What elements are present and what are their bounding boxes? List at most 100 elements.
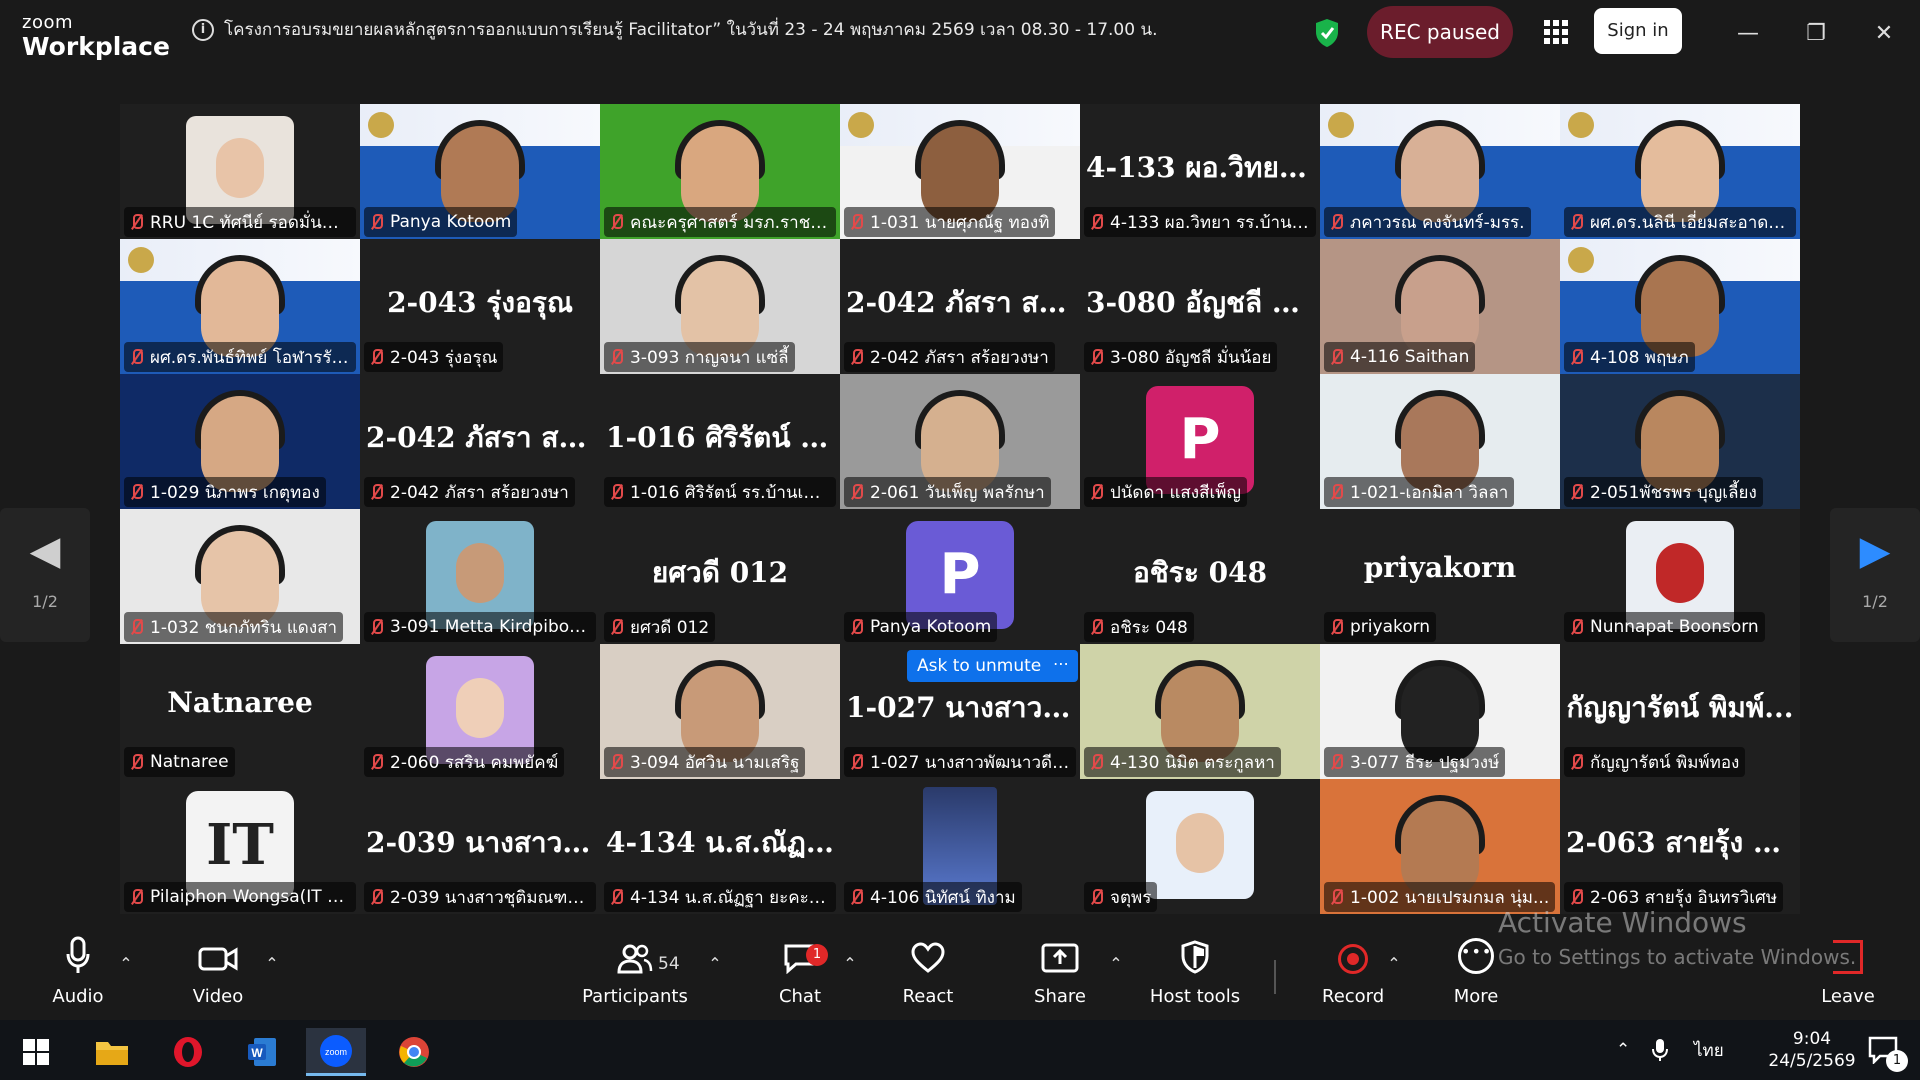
participant-name-label: 2-042 ภัสรา สร้อยวงษา [844,342,1055,372]
muted-mic-icon [1088,888,1104,906]
apps-grid-icon[interactable] [1544,20,1568,44]
participant-tile[interactable]: P ปนัดดา แสงสีเพ็ญ [1080,374,1320,509]
participant-tile[interactable]: 2-051พัชรพร บุญเลี้ยง [1560,374,1800,509]
input-language-indicator[interactable]: ไทย [1694,1020,1724,1080]
participant-tile[interactable]: IT Pilaiphon Wongsa(IT S... [120,779,360,914]
logo-line2: Workplace [22,32,170,61]
host-shield-icon [1148,930,1242,974]
participant-tile[interactable]: 3-093 กาญจนา แซ่ลี้ [600,239,840,374]
participant-tile[interactable]: 3-091 Metta Kirdpiboon [360,509,600,644]
prev-page-icon: ◀ [29,528,61,574]
video-button[interactable]: Video [188,930,248,1020]
show-hidden-icons-caret[interactable]: ⌃ [1616,1020,1630,1080]
participant-tile[interactable]: 4-130 นิมิต ตระกูลหา [1080,644,1320,779]
participant-tile[interactable]: priyakorn priyakorn [1320,509,1560,644]
participant-name: 1-031 นายศุภณัฐ ทองทิ [870,212,1050,233]
page-indicator-right: 1/2 [1862,592,1888,611]
participant-tile[interactable]: 3-094 อัศวิน นามเสริฐ [600,644,840,779]
prev-page-button[interactable]: ◀ 1/2 [0,508,90,642]
participant-name: 1-027 นางสาวพัฒนาวดี ... [870,752,1070,773]
tile-more-options-button[interactable]: ⋯ [1044,650,1078,682]
participant-tile[interactable]: Natnaree Natnaree [120,644,360,779]
participant-tile[interactable]: 2-063 สายรุ้ง อิน... 2-063 สายรุ้ง อินทรว… [1560,779,1800,914]
participant-tile[interactable]: 2-043 รุ่งอรุณ 2-043 รุ่งอรุณ [360,239,600,374]
participant-tile[interactable]: 2-061 วันเพ็ญ พลรักษา [840,374,1080,509]
restore-icon[interactable]: ❐ [1796,14,1836,54]
participant-tile[interactable]: 4-133 ผอ.วิทยา... 4-133 ผอ.วิทยา รร.บ้านเ… [1080,104,1320,239]
participant-name-label: กัญญารัตน์ พิมพ์ทอง [1564,747,1746,777]
participant-tile[interactable]: 1-031 นายศุภณัฐ ทองทิ [840,104,1080,239]
video-options-caret[interactable]: ⌃ [262,954,282,973]
participant-display-name: priyakorn [1363,551,1517,584]
chat-button[interactable]: Chat [770,930,830,1020]
zoom-taskbar-icon[interactable]: zoom [306,1028,366,1076]
participant-name-label: 4-130 นิมิต ตระกูลหา [1084,747,1281,777]
participant-tile[interactable]: กัญญารัตน์ พิมพ์... กัญญารัตน์ พิมพ์ทอง [1560,644,1800,779]
next-page-button[interactable]: ▶ 1/2 [1830,508,1920,642]
participant-name: 2-061 วันเพ็ญ พลรักษา [870,482,1045,503]
participant-tile[interactable]: 4-134 น.ส.ณัฏฐา... 4-134 น.ส.ณัฏฐา ยะคะเร… [600,779,840,914]
record-label: Record [1322,986,1385,1007]
participant-tile[interactable]: ยศวดี 012 ยศวดี 012 [600,509,840,644]
minimize-icon[interactable]: — [1728,14,1768,54]
record-icon [1322,930,1384,974]
participant-tile[interactable]: Nunnapat Boonsorn [1560,509,1800,644]
participant-tile[interactable]: คณะครุศาสตร์ มรภ.ราชนครินทร์ [600,104,840,239]
share-button[interactable]: Share [1030,930,1090,1020]
meeting-info[interactable]: i โครงการอบรมขยายผลหลักสูตรการออกแบบการเ… [192,16,1157,43]
info-icon[interactable]: i [192,18,214,41]
participant-tile[interactable]: 4-108 พฤษภ [1560,239,1800,374]
participant-tile[interactable]: 1-016 ศิริรัตน์ รร.... 1-016 ศิริรัตน์ รร… [600,374,840,509]
participant-tile[interactable]: Panya Kotoom [360,104,600,239]
participants-button[interactable]: Participants [580,930,690,1020]
record-options-caret[interactable]: ⌃ [1384,954,1404,973]
participant-tile[interactable]: 3-080 อัญชลี มั่น... 3-080 อัญชลี มั่นน้อ… [1080,239,1320,374]
record-button[interactable]: Record [1322,930,1384,1020]
microphone-tray-icon[interactable] [1652,1020,1668,1080]
muted-mic-icon [1328,888,1344,906]
word-app-icon[interactable]: W [232,1028,292,1076]
host-tools-button[interactable]: Host tools [1148,930,1242,1020]
ask-to-unmute-button[interactable]: Ask to unmute [907,650,1052,682]
participant-tile[interactable]: 3-077 ธีระ ปฐมวงษ์ [1320,644,1560,779]
audio-options-caret[interactable]: ⌃ [116,954,136,973]
participants-options-caret[interactable]: ⌃ [705,954,725,973]
participant-tile[interactable]: 1-002 นายเปรมกมล นุ่ม... [1320,779,1560,914]
participant-name: ผศ.ดร.พันธ์ทิพย์ โอฬารรัต... [150,347,350,368]
participant-tile[interactable]: 4-116 Saithan [1320,239,1560,374]
muted-mic-icon [128,618,144,636]
muted-mic-icon [608,618,624,636]
close-icon[interactable]: ✕ [1864,14,1904,54]
participant-tile[interactable]: RRU 1C ทัศนีย์ รอดมั่นคง ... [120,104,360,239]
share-options-caret[interactable]: ⌃ [1106,954,1126,973]
participant-tile[interactable]: ภคาวรณ คงจันทร์-มรร. [1320,104,1560,239]
participant-tile[interactable]: 1-029 นิภาพร เกตุทอง [120,374,360,509]
participant-tile[interactable]: 2-060 รสริน คมพยัคฆ์ [360,644,600,779]
more-button[interactable]: ••• More [1446,930,1506,1020]
participant-tile[interactable]: ผศ.ดร.นลินี เอี่ยมสะอาด_ม... [1560,104,1800,239]
encryption-shield-icon[interactable] [1314,18,1340,48]
react-button[interactable]: React [900,930,956,1020]
participant-tile[interactable]: 4-106 นิทัศน์ ทิงาม [840,779,1080,914]
participant-tile[interactable]: P Panya Kotoom [840,509,1080,644]
participant-tile[interactable]: 2-039 นางสาวชุ... 2-039 นางสาวชุติมณฑน์ .… [360,779,600,914]
muted-mic-icon [608,213,624,231]
system-clock[interactable]: 9:04 24/5/2569 [1762,1028,1862,1072]
audio-button[interactable]: Audio [48,930,108,1020]
rec-paused-badge[interactable]: REC paused [1367,6,1513,58]
muted-mic-icon [1568,618,1584,636]
participant-tile[interactable]: ผศ.ดร.พันธ์ทิพย์ โอฬารรัต... [120,239,360,374]
chrome-browser-icon[interactable] [384,1028,444,1076]
participant-tile[interactable]: 1-032 ชนกภัทริน แดงสา [120,509,360,644]
participant-tile[interactable]: อชิระ 048 อชิระ 048 [1080,509,1320,644]
participant-tile[interactable]: 2-042 ภัสรา สร้อ... 2-042 ภัสรา สร้อยวงษา [840,239,1080,374]
participant-tile[interactable]: 2-042 ภัสรา สร้อ... 2-042 ภัสรา สร้อยวงษา [360,374,600,509]
windows-start-icon[interactable] [6,1028,66,1076]
file-explorer-icon[interactable] [82,1028,142,1076]
opera-browser-icon[interactable] [158,1028,218,1076]
participant-tile[interactable]: จตุพร [1080,779,1320,914]
participant-tile[interactable]: 1-021-เอกมิลา วิลลา [1320,374,1560,509]
muted-mic-icon [608,348,624,366]
chat-options-caret[interactable]: ⌃ [840,954,860,973]
sign-in-button[interactable]: Sign in [1594,8,1682,54]
